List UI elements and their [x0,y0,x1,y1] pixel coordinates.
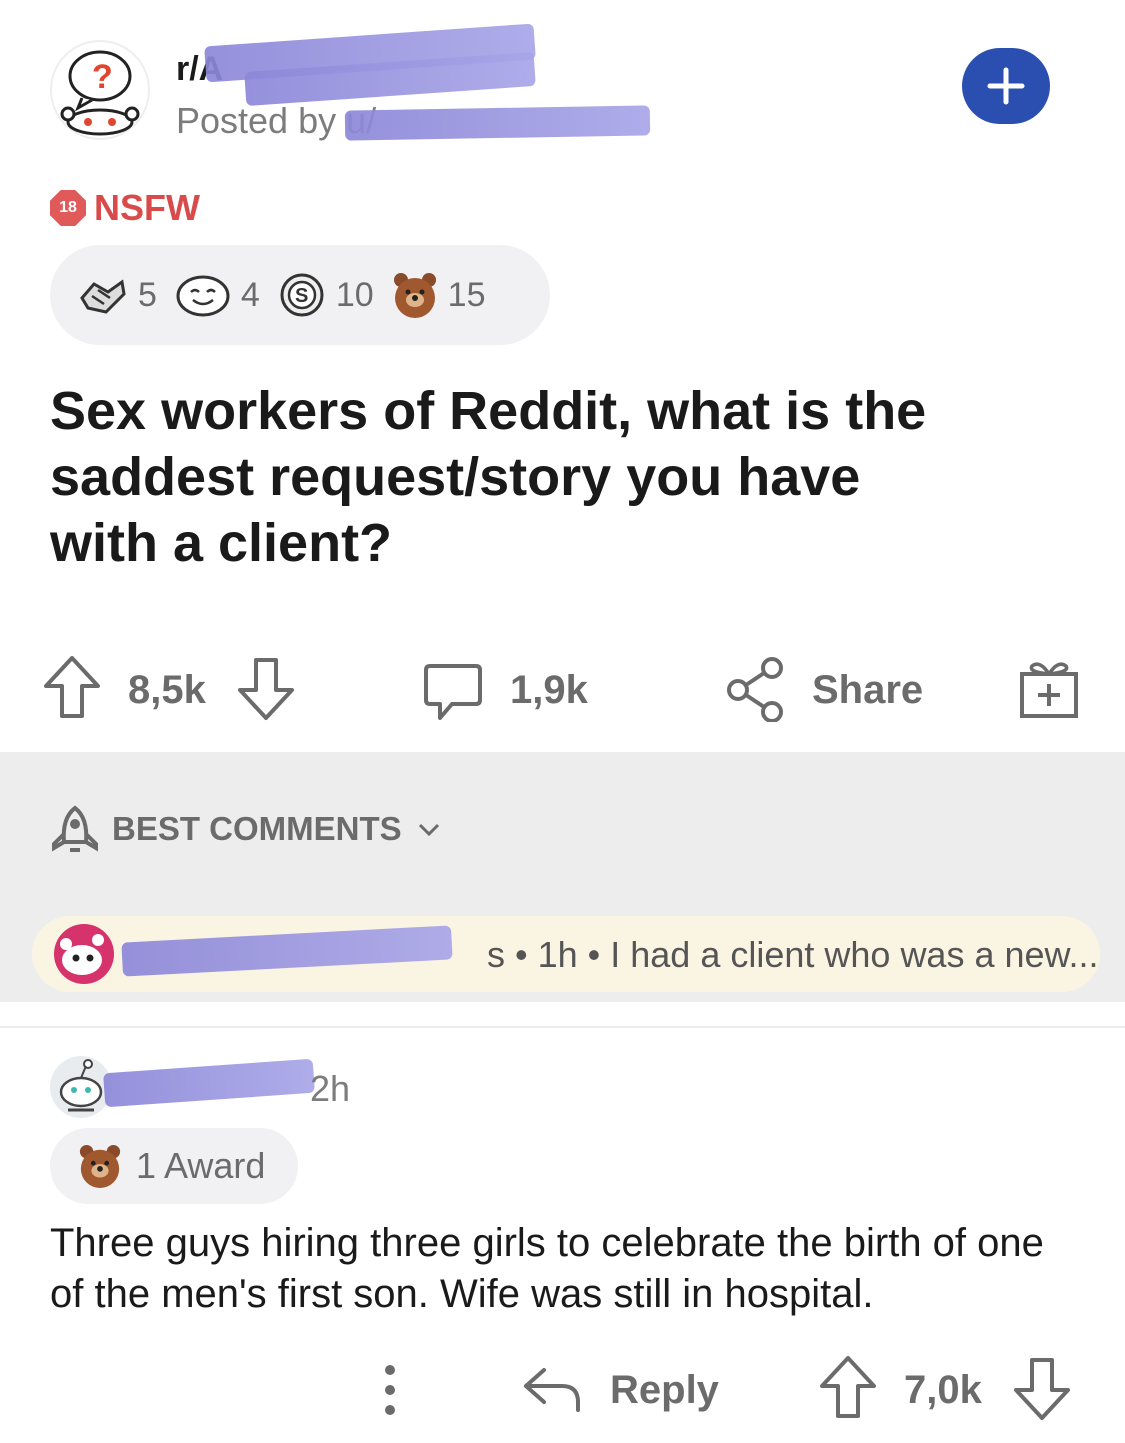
redaction-bar [344,105,651,141]
snoo-question-icon: ? [60,50,140,136]
svg-text:?: ? [92,58,113,96]
upvote-count: 8,5k [128,668,206,712]
join-button[interactable] [962,48,1050,124]
nsfw-label: NSFW [94,187,200,228]
award-item: 5 [78,272,157,318]
comment-sort-bar[interactable]: BEST COMMENTS [0,752,1125,902]
smile-award-icon [176,275,230,317]
post-action-bar: 8,5k 1,9k Share [0,640,1125,750]
share-icon[interactable] [726,656,788,722]
bear-award-icon [79,1144,121,1188]
downvote-arrow-icon[interactable] [1012,1356,1072,1422]
divider [0,1002,1125,1026]
s-coin-award-icon: S [280,273,324,317]
post-title[interactable]: Sex workers of Reddit, what is the sadde… [50,378,950,576]
comment-body: Three guys hiring three girls to celebra… [50,1221,1044,1316]
snoo-avatar-icon [59,1059,103,1112]
commenter-avatar[interactable] [50,1056,112,1118]
nsfw-badge-icon: 18 [50,190,86,226]
chevron-down-icon[interactable] [418,822,440,838]
rocket-icon [52,805,98,852]
reply-arrow-icon[interactable] [522,1364,582,1414]
bear-award-icon [393,273,436,318]
comment-icon[interactable] [422,660,484,722]
award-item: 15 [392,270,486,320]
user-avatar [54,924,114,984]
sort-label[interactable]: BEST COMMENTS [112,810,402,848]
comment-action-bar: Reply 7,0k [0,1348,1125,1438]
comment-timestamp: 2h [310,1068,351,1109]
comment-preview-text: s • 1h • I had a client who was a new... [487,934,1099,975]
comment-count[interactable]: 1,9k [510,668,588,713]
plus-icon [987,67,1025,105]
comment-preview[interactable]: s • 1h • I had a client who was a new... [32,916,1100,992]
svg-text:S: S [295,285,308,307]
gift-award-icon[interactable] [1018,658,1080,720]
more-options-icon[interactable] [380,1362,400,1418]
comment: 2h 1 Award Three guys hiring three girls… [0,1028,1125,1443]
upvote-arrow-icon[interactable] [42,654,102,720]
comment-award-chip[interactable]: 1 Award [50,1128,298,1204]
redaction-bar [121,925,453,977]
post-header: ? r/A Posted by u/ [0,0,1125,160]
comment-vote-count: 7,0k [904,1368,982,1412]
share-button[interactable]: Share [812,668,923,713]
reply-button[interactable]: Reply [610,1368,719,1413]
awards-bar[interactable]: 5 4 S 10 15 [50,245,550,345]
award-label: 1 Award [136,1145,266,1186]
upvote-arrow-icon[interactable] [818,1354,878,1420]
downvote-arrow-icon[interactable] [236,656,296,722]
award-item: 4 [175,272,260,318]
handshake-award-icon [80,279,126,314]
nsfw-tag: 18 NSFW [50,187,200,229]
award-item: S 10 [278,271,374,319]
subreddit-avatar[interactable]: ? [50,40,150,140]
redaction-bar [103,1058,315,1108]
